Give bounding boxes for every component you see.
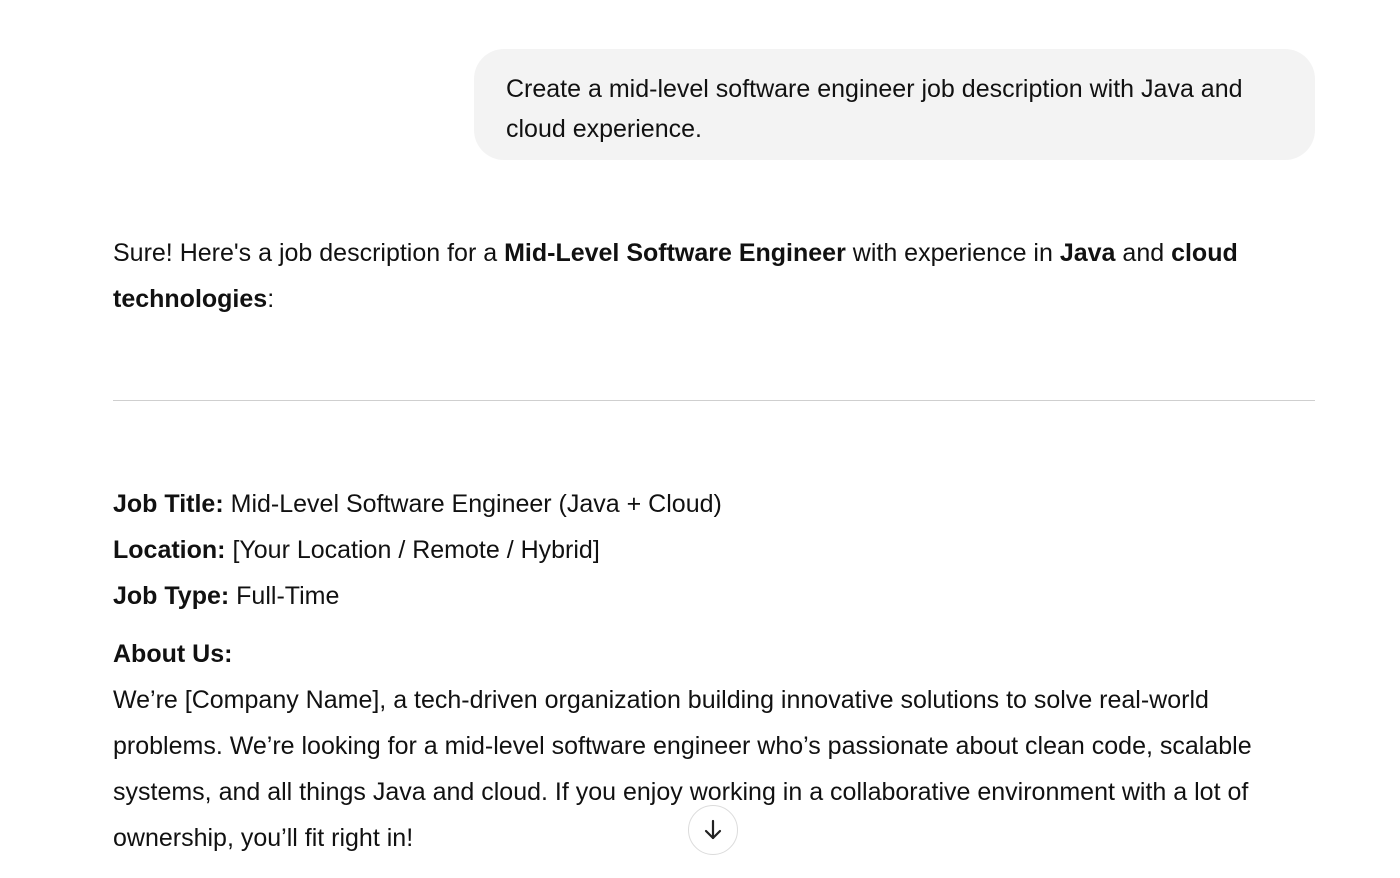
intro-paragraph: Sure! Here's a job description for a Mid… [113,230,1315,322]
job-details: Job Title: Mid-Level Software Engineer (… [113,481,1315,861]
user-message-text: Create a mid-level software engineer job… [506,75,1243,143]
user-message-bubble: Create a mid-level software engineer job… [474,49,1315,160]
intro-text-4: : [267,285,275,313]
job-type-line: Job Type: Full-Time [113,573,1315,619]
intro-text-1: Sure! Here's a job description for a [113,239,505,267]
job-type-label: Job Type: [113,582,230,610]
assistant-intro: Sure! Here's a job description for a Mid… [113,230,1315,322]
about-heading-line: About Us: [113,631,1315,677]
scroll-to-bottom-button[interactable] [688,805,738,855]
job-title-label: Job Title: [113,490,224,518]
location-label: Location: [113,536,226,564]
arrow-down-icon [704,819,722,840]
intro-bold-java: Java [1059,239,1116,267]
horizontal-divider [113,400,1315,401]
intro-bold-role: Mid-Level Software Engineer [504,239,846,267]
location-line: Location: [Your Location / Remote / Hybr… [113,527,1315,573]
location-value: [Your Location / Remote / Hybrid] [225,536,600,564]
job-title-value: Mid-Level Software Engineer (Java + Clou… [223,490,722,518]
intro-text-2: with experience in [845,239,1060,267]
job-title-line: Job Title: Mid-Level Software Engineer (… [113,481,1315,527]
about-heading: About Us: [113,640,233,668]
job-type-value: Full-Time [229,582,340,610]
intro-text-3: and [1115,239,1172,267]
